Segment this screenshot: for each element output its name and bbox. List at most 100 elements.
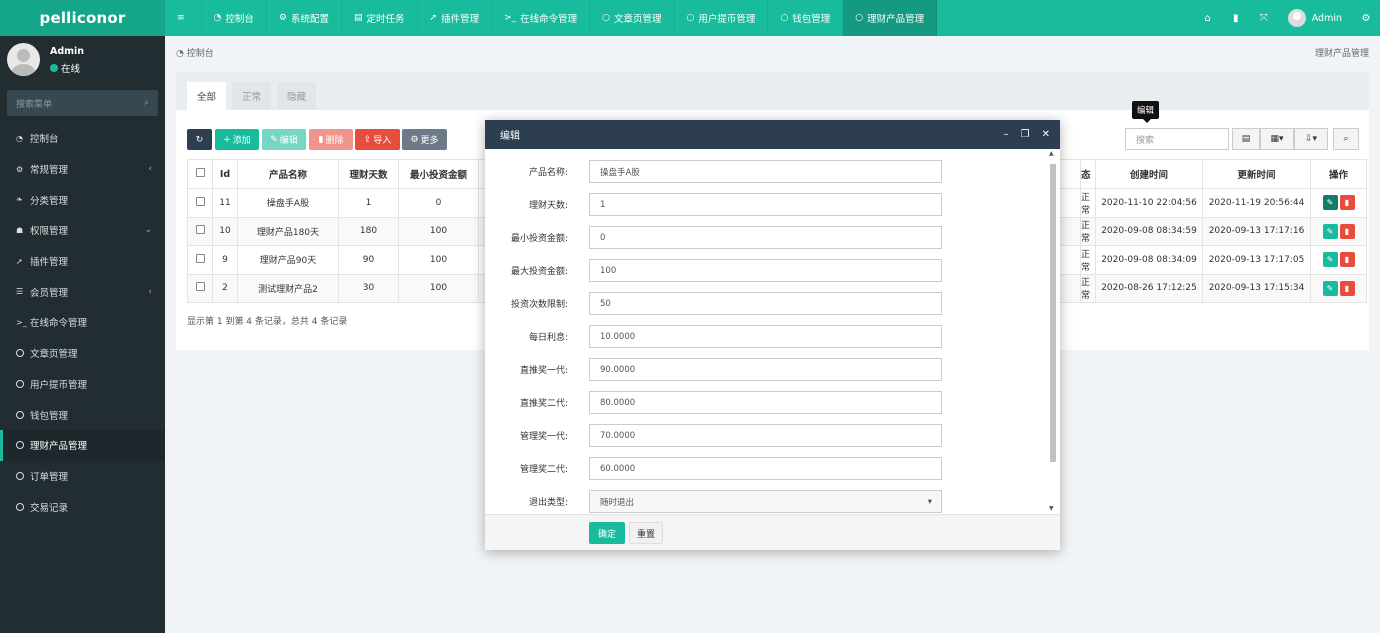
delete-button[interactable]: ▮ 删除: [309, 129, 353, 150]
col-min[interactable]: 最小投资金额: [398, 159, 479, 189]
topnav-item[interactable]: ➚ 插件管理: [418, 0, 493, 36]
field-input[interactable]: 操盘手A股: [589, 160, 942, 183]
sidebar-item[interactable]: ☰ 会员管理 ‹: [0, 276, 165, 307]
trash-icon[interactable]: ▮: [1222, 0, 1250, 36]
minimize-icon[interactable]: –: [1004, 129, 1009, 140]
tab-normal[interactable]: 正常: [232, 82, 272, 110]
sidebar-item[interactable]: 用户提币管理: [0, 369, 165, 400]
close-icon[interactable]: ✕: [1042, 129, 1050, 140]
field-label: 直推奖二代:: [519, 399, 568, 409]
topnav-item[interactable]: ○ 用户提币管理: [675, 0, 769, 36]
scroll-up-icon[interactable]: ▲: [1049, 150, 1054, 157]
sidebar-item[interactable]: ◔ 控制台: [0, 123, 165, 154]
col-name[interactable]: 产品名称: [237, 159, 339, 189]
sidebar-item[interactable]: 交易记录: [0, 491, 165, 522]
scroll-thumb[interactable]: [1050, 164, 1056, 462]
home-icon[interactable]: ⌂: [1194, 0, 1222, 36]
col-id[interactable]: Id: [212, 159, 238, 189]
col-status[interactable]: 态: [1080, 159, 1096, 189]
menu-toggle-button[interactable]: ≡: [165, 0, 202, 36]
field-input[interactable]: 100: [589, 259, 942, 282]
sidebar-item[interactable]: >_ 在线命令管理: [0, 307, 165, 338]
more-button[interactable]: ⚙ 更多: [402, 129, 447, 150]
sidebar-item[interactable]: 理财产品管理: [0, 429, 165, 461]
sidebar-item[interactable]: ⚙ 常规管理 ‹: [0, 154, 165, 185]
row-delete-button[interactable]: ▮: [1339, 280, 1355, 296]
field-input[interactable]: 0: [589, 226, 942, 249]
search-icon: ⌕: [1343, 134, 1349, 144]
toggle-view-button[interactable]: ▤: [1232, 128, 1260, 150]
field-input[interactable]: 70.0000: [589, 424, 942, 447]
topnav-label: 文章页管理: [614, 14, 662, 25]
col-created[interactable]: 创建时间: [1095, 159, 1203, 189]
add-button[interactable]: + 添加: [215, 129, 259, 150]
gears-icon: ⚙: [278, 13, 287, 23]
field-input[interactable]: 10.0000: [589, 325, 942, 348]
import-button[interactable]: ⇪ 导入: [355, 129, 400, 150]
topnav-label: 在线命令管理: [520, 14, 578, 25]
field-input[interactable]: 80.0000: [589, 391, 942, 414]
topnav-item[interactable]: ⚙ 系统配置: [267, 0, 343, 36]
table-search-input[interactable]: 搜索: [1125, 128, 1229, 150]
sidebar-item[interactable]: 订单管理: [0, 461, 165, 492]
topnav-item[interactable]: ○ 钱包管理: [768, 0, 844, 36]
topnav-item[interactable]: >_ 在线命令管理: [492, 0, 591, 36]
breadcrumb-home[interactable]: 控制台: [187, 49, 214, 59]
cell-updated: 2020-09-13 17:17:16: [1202, 216, 1311, 246]
sidebar-item[interactable]: 文章页管理: [0, 338, 165, 369]
sidebar-item[interactable]: 钱包管理: [0, 399, 165, 430]
pagination-info: 显示第 1 到第 4 条记录，总共 4 条记录: [187, 317, 348, 327]
confirm-button[interactable]: 确定: [589, 522, 625, 544]
topnav-item[interactable]: ○ 文章页管理: [590, 0, 675, 36]
scroll-down-icon[interactable]: ▼: [1049, 505, 1054, 512]
tab-all[interactable]: 全部: [187, 82, 227, 110]
col-updated[interactable]: 更新时间: [1202, 159, 1311, 189]
cell-actions: ✎ ▮: [1310, 273, 1367, 303]
caret-down-icon: ▾: [927, 496, 932, 507]
field-input[interactable]: 90.0000: [589, 358, 942, 381]
row-delete-button[interactable]: ▮: [1339, 223, 1355, 239]
row-delete-button[interactable]: ▮: [1339, 252, 1355, 268]
select-all-checkbox[interactable]: [187, 159, 213, 189]
reset-button[interactable]: 重置: [629, 522, 663, 544]
row-checkbox[interactable]: [187, 188, 213, 218]
topnav-item[interactable]: ○ 理财产品管理: [843, 0, 938, 36]
row-edit-button[interactable]: ✎: [1322, 195, 1338, 211]
refresh-button[interactable]: ↻: [187, 129, 212, 150]
cell-updated: 2020-09-13 17:15:34: [1202, 273, 1311, 303]
dialog-scrollbar[interactable]: ▲ ▼: [1048, 150, 1058, 512]
row-checkbox[interactable]: [187, 273, 213, 303]
fullscreen-icon[interactable]: ⤧: [1250, 0, 1278, 36]
sidebar-item[interactable]: ➚ 插件管理: [0, 246, 165, 277]
row-edit-button[interactable]: ✎: [1322, 223, 1338, 239]
row-checkbox[interactable]: [187, 216, 213, 246]
maximize-icon[interactable]: ❐: [1021, 129, 1030, 140]
sidebar-item[interactable]: ☗ 权限管理 ⌄: [0, 215, 165, 246]
topnav-item[interactable]: ◔ 控制台: [202, 0, 267, 36]
export-button[interactable]: ⇩▾: [1294, 128, 1328, 150]
user-menu[interactable]: Admin: [1278, 9, 1352, 27]
cell-created: 2020-09-08 08:34:09: [1095, 245, 1203, 275]
circle-icon: ○: [855, 13, 864, 23]
row-edit-button[interactable]: ✎: [1322, 280, 1338, 296]
row-edit-button[interactable]: ✎: [1322, 252, 1338, 268]
exit-type-select[interactable]: 随时退出 ▾: [589, 490, 942, 513]
col-days[interactable]: 理财天数: [338, 159, 399, 189]
topnav-item[interactable]: ▤ 定时任务: [342, 0, 418, 36]
tab-hidden[interactable]: 隐藏: [277, 82, 317, 110]
sidebar-item[interactable]: ❧ 分类管理: [0, 184, 165, 215]
menu-search-input[interactable]: 搜索菜单 ⌕: [7, 90, 158, 116]
field-input[interactable]: 50: [589, 292, 942, 315]
row-delete-button[interactable]: ▮: [1339, 195, 1355, 211]
cell-created: 2020-09-08 08:34:59: [1095, 216, 1203, 246]
brand-logo[interactable]: pelliconor: [0, 0, 165, 36]
edit-button[interactable]: ✎ 编辑: [262, 129, 306, 150]
columns-button[interactable]: ▦▾: [1260, 128, 1294, 150]
field-label: 最小投资金额:: [510, 234, 568, 244]
field-input[interactable]: 1: [589, 193, 942, 216]
settings-icon[interactable]: ⚙: [1352, 0, 1380, 36]
row-checkbox[interactable]: [187, 245, 213, 275]
status-text: 在线: [61, 64, 81, 75]
search-button[interactable]: ⌕: [1333, 128, 1359, 150]
field-input[interactable]: 60.0000: [589, 457, 942, 480]
